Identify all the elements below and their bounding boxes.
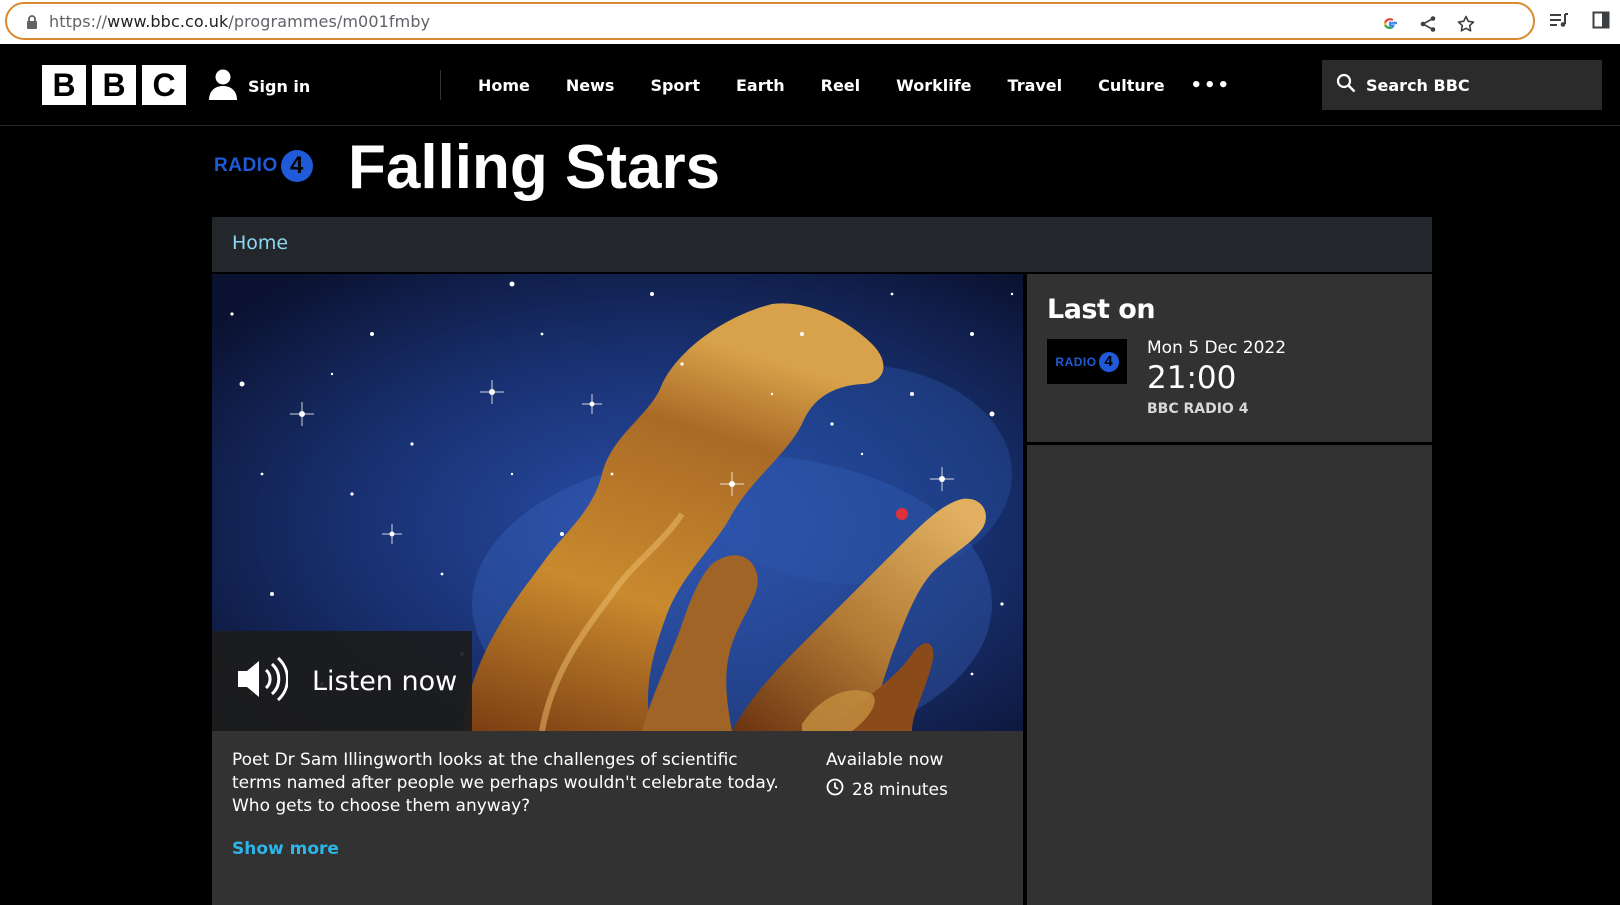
radio4-logo-text: RADIO <box>1055 354 1097 369</box>
nav-item-culture[interactable]: Culture <box>1080 72 1182 100</box>
broadcast-time: 21:00 <box>1147 360 1237 396</box>
show-more-link[interactable]: Show more <box>232 839 339 859</box>
availability-info: Available now 28 minutes <box>826 749 948 803</box>
logo-block: C <box>142 65 186 105</box>
nav-item-home[interactable]: Home <box>460 72 548 100</box>
url-text[interactable]: https://www.bbc.co.uk/programmes/m001fmb… <box>49 12 430 31</box>
browser-toolbar: https://www.bbc.co.uk/programmes/m001fmb… <box>0 0 1620 44</box>
duration: 28 minutes <box>826 778 948 803</box>
sidebar-panel <box>1027 445 1432 905</box>
share-icon[interactable] <box>1417 13 1439 35</box>
nav-item-reel[interactable]: Reel <box>803 72 879 100</box>
star-icon[interactable] <box>1455 13 1477 35</box>
radio4-logo-number: 4 <box>1098 351 1119 372</box>
breadcrumb: Home <box>212 217 1432 272</box>
search-button[interactable]: Search BBC <box>1322 60 1602 110</box>
duration-label: 28 minutes <box>852 780 948 800</box>
radio4-logo-text: RADIO <box>214 155 278 176</box>
broadcast-date: Mon 5 Dec 2022 <box>1147 338 1287 358</box>
breadcrumb-home-link[interactable]: Home <box>232 232 288 254</box>
lock-icon[interactable] <box>25 14 39 30</box>
nav-more-button[interactable]: ••• <box>1183 72 1250 100</box>
side-panel-icon[interactable] <box>1590 9 1612 31</box>
synopsis-text: Poet Dr Sam Illingworth looks at the cha… <box>232 750 779 816</box>
main-nav: Home News Sport Earth Reel Worklife Trav… <box>460 72 1249 100</box>
availability-status: Available now <box>826 750 944 770</box>
user-icon <box>208 68 238 104</box>
nav-item-travel[interactable]: Travel <box>990 72 1081 100</box>
nav-item-news[interactable]: News <box>548 72 633 100</box>
google-icon[interactable] <box>1379 13 1401 35</box>
nav-item-earth[interactable]: Earth <box>718 72 803 100</box>
search-icon <box>1336 73 1356 97</box>
last-on-panel: Last on RADIO 4 Mon 5 Dec 2022 21:00 BBC… <box>1027 274 1432 442</box>
sign-in-label: Sign in <box>248 76 311 96</box>
nav-divider <box>440 70 441 100</box>
listen-now-label: Listen now <box>312 665 458 697</box>
address-bar[interactable]: https://www.bbc.co.uk/programmes/m001fmb… <box>5 2 1535 40</box>
listen-now-button[interactable]: Listen now <box>212 631 472 731</box>
radio4-logo[interactable]: RADIO 4 <box>214 150 313 182</box>
reading-list-icon[interactable] <box>1548 9 1570 31</box>
last-on-radio4-logo[interactable]: RADIO 4 <box>1047 339 1127 384</box>
clock-icon <box>826 778 844 803</box>
radio4-logo-number: 4 <box>280 150 313 182</box>
bbc-masthead: B B C Sign in Home News Sport Earth Reel… <box>0 44 1620 126</box>
synopsis-panel: Poet Dr Sam Illingworth looks at the cha… <box>212 731 1023 905</box>
page-title: Falling Stars <box>348 133 721 202</box>
nav-item-worklife[interactable]: Worklife <box>878 72 989 100</box>
speaker-icon <box>236 655 289 707</box>
search-label: Search BBC <box>1366 75 1470 95</box>
logo-block: B <box>42 65 86 105</box>
logo-block: B <box>92 65 136 105</box>
broadcast-station: BBC RADIO 4 <box>1147 401 1249 417</box>
sign-in-link[interactable]: Sign in <box>208 68 310 104</box>
bbc-logo[interactable]: B B C <box>42 65 186 105</box>
nav-item-sport[interactable]: Sport <box>632 72 718 100</box>
last-on-heading: Last on <box>1047 294 1156 325</box>
